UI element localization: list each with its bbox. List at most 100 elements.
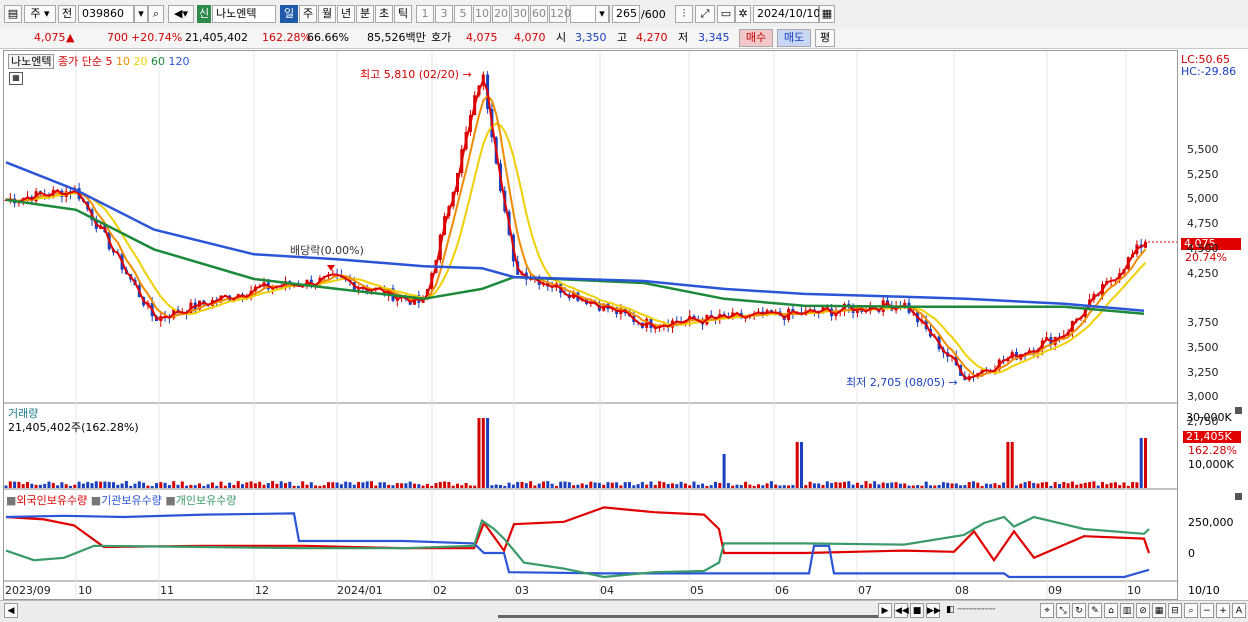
tool-3-icon[interactable]: ↻ (1072, 603, 1086, 618)
volume-bar (1075, 484, 1079, 488)
ma-period-60[interactable]: 60 (151, 55, 169, 68)
volume-bar (490, 485, 494, 488)
volume-bar (731, 485, 735, 488)
calendar-icon[interactable]: ▦ (819, 5, 835, 23)
stock-name-tag[interactable]: 나노엔텍 (8, 54, 55, 69)
open-price: 3,350 (575, 31, 607, 44)
volume-bar (116, 484, 120, 488)
font-size-icon[interactable]: A (1232, 603, 1246, 618)
volume-bar (215, 485, 219, 488)
minus-icon[interactable]: − (1200, 603, 1214, 618)
zoom-slider[interactable]: ◧ ┈┈┈┈┈┈┈ (946, 605, 1026, 617)
chart-menu-icon[interactable]: ▤ (4, 5, 22, 23)
holding-legend-1[interactable]: ■기관보유수량 (91, 494, 166, 507)
period-tab-4[interactable]: 분 (356, 5, 374, 23)
search-icon[interactable]: ⌕ (148, 5, 164, 23)
period-tab-1[interactable]: 주 (299, 5, 317, 23)
interval-tab-60[interactable]: 60 (530, 5, 548, 23)
stock-code-input[interactable]: 039860 (78, 5, 134, 23)
volume-bar (81, 483, 85, 488)
volume-bar (13, 481, 17, 488)
tool-6-icon[interactable]: ▥ (1120, 603, 1134, 618)
ma-period-10[interactable]: 10 (116, 55, 134, 68)
volume-bar (1019, 483, 1023, 488)
volume-bar (339, 484, 343, 488)
interval-tab-5[interactable]: 5 (454, 5, 472, 23)
grid-toggle-icon[interactable]: ▦ (9, 72, 23, 85)
x-tick: 08 (955, 584, 969, 597)
candle-icon[interactable]: ⫶ (675, 5, 693, 23)
volume-bar (352, 484, 356, 488)
period-tab-0[interactable]: 일 (280, 5, 298, 23)
period-tab-3[interactable]: 년 (337, 5, 355, 23)
volume-bar (253, 483, 257, 488)
volume-bar (808, 481, 812, 488)
eval-button[interactable]: 평 (815, 29, 835, 47)
ma-period-120[interactable]: 120 (168, 55, 189, 68)
volume-bar (993, 483, 997, 488)
volume-bar (537, 483, 541, 488)
holding-panel-close-icon[interactable] (1235, 493, 1242, 500)
tool-2-icon[interactable]: ⤡ (1056, 603, 1070, 618)
print-icon[interactable]: ▭ (717, 5, 735, 23)
plus-icon[interactable]: + (1216, 603, 1230, 618)
interval-tab-10[interactable]: 10 (473, 5, 491, 23)
gear-icon[interactable]: ✲ (735, 5, 751, 23)
interval-tab-3[interactable]: 3 (435, 5, 453, 23)
ask-label: 호가 (431, 31, 452, 44)
volume-bar (769, 481, 773, 488)
tool-4-icon[interactable]: ✎ (1088, 603, 1102, 618)
chart-canvas[interactable] (4, 51, 1177, 599)
holding-legend-0[interactable]: ■외국인보유수량 (6, 494, 91, 507)
scroll-right-icon[interactable]: ▶ (878, 603, 892, 618)
period-tab-2[interactable]: 월 (318, 5, 336, 23)
tool-5-icon[interactable]: ⌂ (1104, 603, 1118, 618)
fast-forward-icon[interactable]: ▶▶ (926, 603, 941, 618)
period-tab-6[interactable]: 틱 (394, 5, 412, 23)
interval-tab-20[interactable]: 20 (492, 5, 510, 23)
holding-legend-2[interactable]: ■개인보유수량 (165, 494, 236, 507)
market-select[interactable]: 주 ▾ (24, 5, 56, 23)
stop-icon[interactable]: ■ (910, 603, 924, 618)
volume-value: 21,405,402 (185, 31, 248, 44)
interval-tab-30[interactable]: 30 (511, 5, 529, 23)
volume-bar (344, 481, 348, 488)
period-tab-5[interactable]: 초 (375, 5, 393, 23)
tool-9-icon[interactable]: ⊟ (1168, 603, 1182, 618)
zoom-icon[interactable]: ⌕ (1184, 603, 1198, 618)
blank-dropdown-icon[interactable]: ▾ (595, 5, 609, 23)
date-input[interactable]: 2024/10/10 (753, 5, 820, 23)
toolbar: ▤ 주 ▾ 전 039860 ▾ ⌕ ◀▾ 신 나노엔텍 일주월년분초틱 135… (0, 0, 1248, 29)
count-input[interactable]: 265 (612, 5, 640, 23)
jeon-button[interactable]: 전 (58, 5, 76, 23)
tool-7-icon[interactable]: ⊘ (1136, 603, 1150, 618)
volume-panel-close-icon[interactable] (1235, 407, 1242, 414)
volume-bar (391, 485, 395, 488)
sound-icon[interactable]: ◀▾ (168, 5, 194, 23)
x-tick: 02 (433, 584, 447, 597)
tool-8-icon[interactable]: ▦ (1152, 603, 1166, 618)
volume-bar (886, 483, 889, 488)
price-tick: 4,250 (1187, 266, 1219, 280)
code-dropdown-icon[interactable]: ▾ (134, 5, 148, 23)
sell-button[interactable]: 매도 (777, 29, 811, 47)
rewind-icon[interactable]: ◀◀ (894, 603, 909, 618)
volume-bar (99, 481, 103, 488)
scroll-left-icon[interactable]: ◀ (4, 603, 18, 618)
tool-1-icon[interactable]: ⌖ (1040, 603, 1054, 618)
volume-bar (511, 484, 515, 488)
quote-bar: 4,075 ▲ 700 +20.74% 21,405,402 162.28% 6… (0, 28, 1248, 49)
x-tick: 11 (160, 584, 174, 597)
interval-tab-1[interactable]: 1 (416, 5, 434, 23)
buy-button[interactable]: 매수 (739, 29, 773, 47)
draw-tool-icon[interactable]: ⤢ (695, 5, 715, 23)
ma-period-5[interactable]: 5 (105, 55, 116, 68)
volume-bar (155, 483, 158, 488)
volume-bar (292, 485, 296, 488)
volume-bar (275, 483, 279, 488)
ma-period-20[interactable]: 20 (133, 55, 151, 68)
chart-area[interactable] (3, 50, 1178, 600)
volume-bar (666, 483, 670, 488)
scroll-thumb[interactable] (498, 615, 878, 618)
interval-tab-120[interactable]: 120 (549, 5, 571, 23)
